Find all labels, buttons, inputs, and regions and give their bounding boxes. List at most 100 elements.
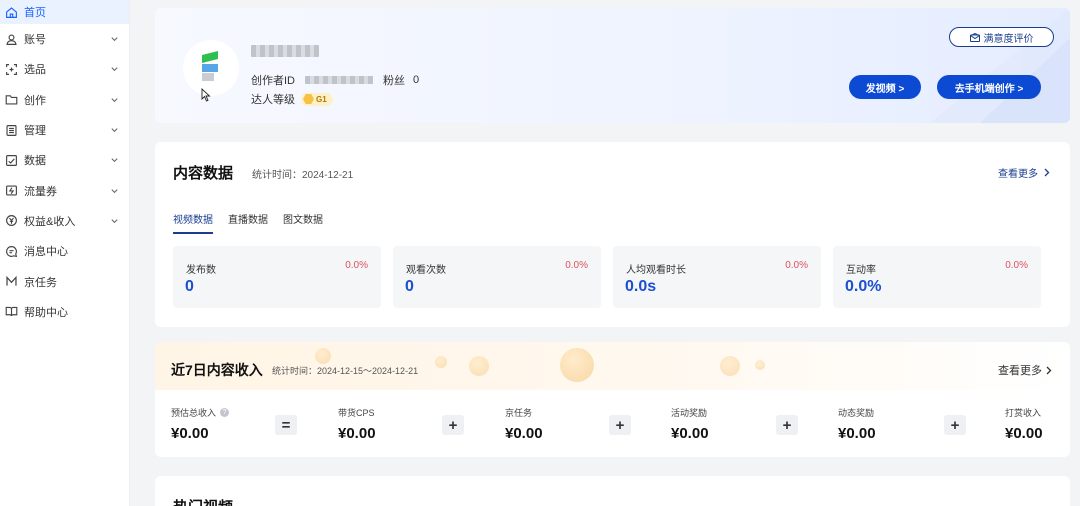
mail-icon bbox=[969, 32, 980, 42]
sidebar-item-label: 选品 bbox=[24, 64, 46, 77]
stat-label: 人均观看时长 bbox=[626, 265, 686, 276]
level-label: 达人等级 bbox=[251, 94, 295, 106]
equals-operator: = bbox=[275, 415, 297, 435]
sidebar-item-traffic-coupon[interactable]: 流量券 bbox=[0, 175, 129, 205]
tab-live-data[interactable]: 直播数据 bbox=[228, 211, 268, 234]
sidebar-item-label: 管理 bbox=[24, 125, 46, 138]
stat-card-views: 观看次数 0.0% 0 bbox=[393, 246, 601, 308]
sidebar-item-create[interactable]: 创作 bbox=[0, 85, 129, 115]
chevron-down-icon bbox=[111, 219, 118, 224]
sidebar-item-label: 首页 bbox=[24, 7, 46, 19]
creator-id-masked bbox=[305, 76, 373, 84]
stat-label: 发布数 bbox=[186, 265, 216, 276]
sidebar-item-label: 京任务 bbox=[24, 276, 57, 289]
income-estimated-total: 预估总收入? ¥0.00 bbox=[171, 406, 230, 442]
coin-decoration bbox=[560, 348, 594, 382]
income-value: ¥0.00 bbox=[838, 425, 876, 442]
plus-operator: + bbox=[776, 415, 798, 435]
income-value: ¥0.00 bbox=[505, 425, 543, 442]
sidebar-item-selection[interactable]: 选品 bbox=[0, 54, 129, 84]
sidebar-item-label: 权益&收入 bbox=[24, 215, 76, 228]
coin-decoration bbox=[315, 348, 331, 364]
home-icon bbox=[4, 5, 18, 19]
income-dynamic-reward: 动态奖励 ¥0.00 bbox=[838, 406, 876, 442]
level-badge: G1 bbox=[301, 92, 333, 106]
fans-count: 0 bbox=[413, 74, 420, 86]
income-label: 活动奖励 bbox=[671, 408, 708, 418]
sidebar-item-label: 帮助中心 bbox=[24, 306, 68, 319]
sidebar-item-jd-task[interactable]: 京任务 bbox=[0, 266, 129, 296]
post-video-button[interactable]: 发视频 > bbox=[849, 75, 921, 99]
tab-video-data[interactable]: 视频数据 bbox=[173, 211, 213, 234]
sidebar: 首页 账号 选品 创作 管理 数据 流量券 权益&收入 消息中心 京任务 帮助中… bbox=[0, 0, 130, 506]
sidebar-item-help[interactable]: 帮助中心 bbox=[0, 297, 129, 327]
creator-name-masked bbox=[251, 42, 319, 60]
stat-label: 观看次数 bbox=[406, 265, 446, 276]
content-data-title: 内容数据 bbox=[173, 165, 234, 182]
coin-decoration bbox=[755, 360, 765, 370]
coin-decoration bbox=[469, 356, 489, 376]
stat-value: 0.0% bbox=[845, 278, 882, 295]
creator-id-label: 创作者ID bbox=[251, 75, 295, 87]
income-value: ¥0.00 bbox=[671, 425, 709, 442]
tab-image-text-data[interactable]: 图文数据 bbox=[283, 211, 323, 234]
mouse-cursor-icon bbox=[201, 88, 211, 102]
avatar[interactable] bbox=[183, 40, 239, 96]
coin-decoration bbox=[435, 356, 447, 368]
chevron-down-icon bbox=[111, 37, 118, 42]
survey-button[interactable]: 满意度评价 bbox=[949, 27, 1054, 47]
decorative-background bbox=[930, 8, 1070, 123]
help-icon[interactable]: ? bbox=[220, 408, 230, 417]
fans-label: 粉丝 bbox=[383, 75, 405, 87]
content-data-card: 内容数据 统计时间：2024-12-21 查看更多 视频数据 直播数据 图文数据… bbox=[155, 142, 1070, 327]
hexagon-icon bbox=[303, 94, 314, 104]
chart-check-icon bbox=[4, 153, 18, 167]
stat-change: 0.0% bbox=[1005, 260, 1028, 271]
hot-videos-title: 热门视频 bbox=[173, 496, 233, 506]
income-view-more-link[interactable]: 查看更多 bbox=[998, 362, 1052, 378]
plus-operator: + bbox=[442, 415, 464, 435]
scan-icon bbox=[4, 62, 18, 76]
income-value: ¥0.00 bbox=[338, 425, 376, 442]
sidebar-item-label: 流量券 bbox=[24, 185, 57, 198]
stat-card-posts: 发布数 0.0% 0 bbox=[173, 246, 381, 308]
chevron-right-icon bbox=[1044, 168, 1050, 177]
content-stat-time: 统计时间：2024-12-21 bbox=[252, 170, 354, 181]
sidebar-item-home[interactable]: 首页 bbox=[0, 0, 129, 24]
ticket-icon bbox=[4, 184, 18, 198]
sidebar-item-account[interactable]: 账号 bbox=[0, 24, 129, 54]
sidebar-item-messages[interactable]: 消息中心 bbox=[0, 236, 129, 266]
stat-label: 互动率 bbox=[846, 265, 876, 276]
mobile-create-button[interactable]: 去手机端创作 > bbox=[937, 75, 1041, 99]
list-icon bbox=[4, 123, 18, 137]
stat-value: 0 bbox=[185, 278, 194, 295]
content-tabs: 视频数据 直播数据 图文数据 bbox=[173, 211, 323, 234]
avatar-logo-icon bbox=[202, 51, 218, 81]
income-jd-task: 京任务 ¥0.00 bbox=[505, 406, 543, 442]
income-activity-reward: 活动奖励 ¥0.00 bbox=[671, 406, 709, 442]
chevron-right-icon bbox=[1046, 366, 1052, 374]
stat-value: 0 bbox=[405, 278, 414, 295]
hot-videos-card: 热门视频 bbox=[155, 476, 1070, 506]
profile-card: 创作者ID 粉丝 0 达人等级 G1 满意度评价 发视频 > 去手机端创作 > bbox=[155, 8, 1070, 123]
creator-id-row: 创作者ID 粉丝 0 bbox=[251, 72, 419, 88]
stat-card-engagement-rate: 互动率 0.0% 0.0% bbox=[833, 246, 1041, 308]
stat-change: 0.0% bbox=[345, 260, 368, 271]
income-title: 近7日内容收入 bbox=[171, 362, 263, 378]
income-cps: 带货CPS ¥0.00 bbox=[338, 406, 376, 442]
sidebar-item-label: 消息中心 bbox=[24, 246, 68, 259]
sidebar-item-manage[interactable]: 管理 bbox=[0, 115, 129, 145]
message-icon bbox=[4, 244, 18, 258]
income-value: ¥0.00 bbox=[171, 425, 209, 442]
stat-change: 0.0% bbox=[785, 260, 808, 271]
coin-decoration bbox=[720, 356, 740, 376]
income-value: ¥0.00 bbox=[1005, 425, 1043, 442]
chevron-down-icon bbox=[111, 188, 118, 193]
content-view-more-link[interactable]: 查看更多 bbox=[998, 165, 1050, 180]
stat-card-avg-watch-time: 人均观看时长 0.0% 0.0s bbox=[613, 246, 821, 308]
content-stats: 发布数 0.0% 0 观看次数 0.0% 0 人均观看时长 0.0% 0.0s … bbox=[173, 246, 1041, 308]
sidebar-item-data[interactable]: 数据 bbox=[0, 145, 129, 175]
income-label: 京任务 bbox=[505, 408, 533, 418]
sidebar-item-label: 创作 bbox=[24, 94, 46, 107]
sidebar-item-rights-income[interactable]: 权益&收入 bbox=[0, 206, 129, 236]
